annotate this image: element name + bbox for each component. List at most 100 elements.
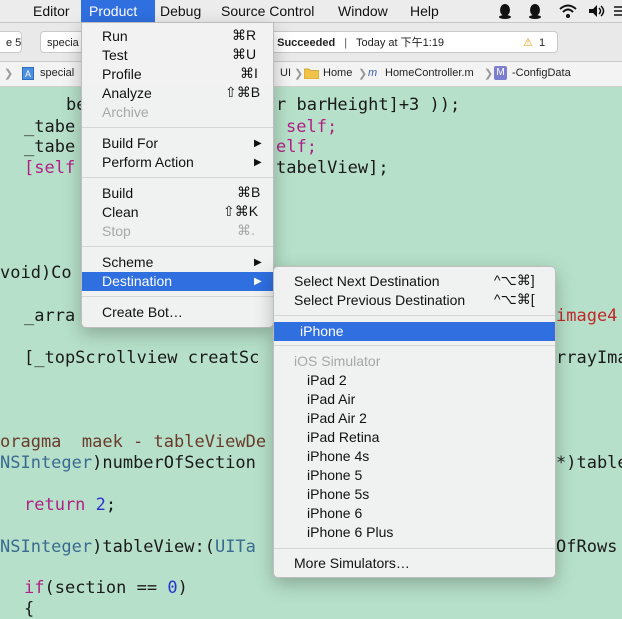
menu-debug[interactable]: Debug (152, 0, 209, 22)
code-line: [self (24, 158, 76, 178)
code-line: rrayIma (556, 348, 622, 368)
shortcut-build: ⌘B (237, 184, 261, 200)
activity-status: : Succeeded | Today at 下午1:19 ⚠ 1 (264, 31, 558, 53)
menu-help[interactable]: Help (402, 0, 447, 22)
crumb-method[interactable]: -ConfigData (512, 67, 571, 79)
menu-divider (82, 127, 273, 128)
jumpbar-chevron-icon: ❯ (484, 68, 494, 80)
status-separator: | (344, 37, 348, 49)
menu-divider (274, 345, 555, 346)
menu-source-control[interactable]: Source Control (213, 0, 322, 22)
menu-item-scheme[interactable]: Scheme (102, 253, 153, 272)
crumb-project[interactable]: special (40, 67, 74, 79)
product-menu: Run ⌘R Test ⌘U Profile ⌘I Analyze ⇧⌘B Ar… (81, 22, 274, 328)
menu-product[interactable]: Product (81, 0, 155, 22)
menu-item-simulator[interactable]: iPhone 5 (307, 466, 362, 485)
shortcut-select-next: ^⌥⌘] (494, 272, 535, 288)
menu-item-simulator[interactable]: iPad Retina (307, 428, 379, 447)
warning-icon[interactable]: ⚠ (523, 32, 533, 52)
project-icon: A (22, 67, 34, 83)
menu-editor[interactable]: Editor (25, 0, 78, 22)
menu-item-stop[interactable]: Stop (102, 222, 131, 241)
shortcut-run: ⌘R (232, 27, 257, 43)
menu-item-archive[interactable]: Archive (102, 103, 149, 122)
code-line: void)Co (0, 263, 72, 283)
crumb-group-home[interactable]: Home (323, 67, 352, 79)
menu-bar: Editor Product Debug Source Control Wind… (0, 0, 622, 23)
code-line: *)table (556, 453, 622, 473)
shortcut-clean: ⇧⌘K (223, 203, 259, 219)
code-line: if(section == 0) (24, 578, 188, 598)
menu-item-simulator[interactable]: iPhone 5s (307, 485, 369, 504)
code-line: { (24, 599, 35, 619)
file-icon: m (368, 67, 378, 79)
menu-item-more-simulators[interactable]: More Simulators… (294, 554, 410, 573)
code-line: oragma maek - tableViewDe (0, 432, 267, 452)
section-header-ios-simulator: iOS Simulator (294, 353, 381, 369)
menu-item-select-next-destination[interactable]: Select Next Destination (294, 272, 440, 291)
jumpbar-chevron-icon: ❯ (358, 68, 368, 80)
menu-item-simulator[interactable]: iPad Air (307, 390, 355, 409)
folder-icon (303, 67, 320, 82)
submenu-arrow-icon: ▶ (254, 138, 262, 149)
code-line: elf; (276, 137, 317, 157)
menu-item-build-for[interactable]: Build For (102, 134, 158, 153)
menu-item-simulator[interactable]: iPad 2 (307, 371, 347, 390)
code-line: NSInteger)tableView:(UITa (0, 537, 256, 557)
menu-item-build[interactable]: Build (102, 184, 133, 203)
menu-item-analyze[interactable]: Analyze (102, 84, 152, 103)
destination-submenu: Select Next Destination ^⌥⌘] Select Prev… (273, 266, 556, 578)
menu-item-iphone-device[interactable]: iPhone (274, 322, 555, 341)
crumb-file[interactable]: HomeController.m (385, 67, 474, 79)
volume-icon[interactable] (587, 3, 607, 19)
menu-divider (82, 177, 273, 178)
menu-divider (82, 296, 273, 297)
build-status: Succeeded (277, 37, 336, 49)
code-line: tabelView]; (276, 158, 389, 178)
code-line: self; (286, 117, 338, 137)
scheme-selector[interactable]: e 5 (0, 31, 22, 53)
code-line: _tabe (24, 137, 76, 157)
code-line: NSInteger)numberOfSection (0, 453, 256, 473)
shortcut-test: ⌘U (232, 46, 257, 62)
menu-item-test[interactable]: Test (102, 46, 128, 65)
target-selector[interactable]: specia (40, 31, 84, 53)
code-line: OfRows (556, 537, 618, 557)
qq-icon-2[interactable] (527, 3, 543, 19)
menu-divider (274, 548, 555, 549)
menu-item-create-bot[interactable]: Create Bot… (102, 303, 183, 322)
menu-item-simulator[interactable]: iPad Air 2 (307, 409, 367, 428)
menu-item-simulator[interactable]: iPhone 6 Plus (307, 523, 393, 542)
submenu-arrow-icon: ▶ (254, 157, 262, 168)
menu-item-profile[interactable]: Profile (102, 65, 142, 84)
jumpbar-chevron-icon: ❯ (4, 68, 14, 80)
code-line: image4 (556, 306, 618, 326)
menu-item-simulator[interactable]: iPhone 6 (307, 504, 362, 523)
menu-item-run[interactable]: Run (102, 27, 128, 46)
shortcut-analyze: ⇧⌘B (225, 84, 261, 100)
shortcut-profile: ⌘I (240, 65, 258, 81)
menu-window[interactable]: Window (330, 0, 396, 22)
menu-item-perform-action[interactable]: Perform Action (102, 153, 194, 172)
shortcut-stop: ⌘. (237, 222, 255, 238)
submenu-arrow-icon: ▶ (254, 257, 262, 268)
submenu-arrow-icon: ▶ (254, 276, 262, 287)
warning-count: 1 (539, 37, 546, 49)
menu-item-simulator[interactable]: iPhone 4s (307, 447, 369, 466)
code-line: [_topScrollview creatSc (24, 348, 260, 368)
code-line: return 2; (24, 495, 117, 515)
menu-divider (82, 246, 273, 247)
crumb-group-ui[interactable]: UI (280, 67, 291, 79)
svg-text:A: A (25, 69, 31, 79)
jumpbar-chevron-icon: ❯ (294, 68, 304, 80)
menu-item-destination[interactable]: Destination (82, 272, 273, 291)
shortcut-select-previous: ^⌥⌘[ (494, 291, 535, 307)
qq-icon[interactable] (497, 3, 513, 19)
menu-item-clean[interactable]: Clean (102, 203, 139, 222)
method-icon: M (494, 66, 507, 80)
notification-icon[interactable] (612, 3, 622, 19)
menu-item-select-previous-destination[interactable]: Select Previous Destination (294, 291, 465, 310)
menu-divider (274, 315, 555, 316)
code-line: r barHeight]+3 )); (276, 95, 461, 115)
wifi-icon[interactable] (558, 3, 578, 19)
